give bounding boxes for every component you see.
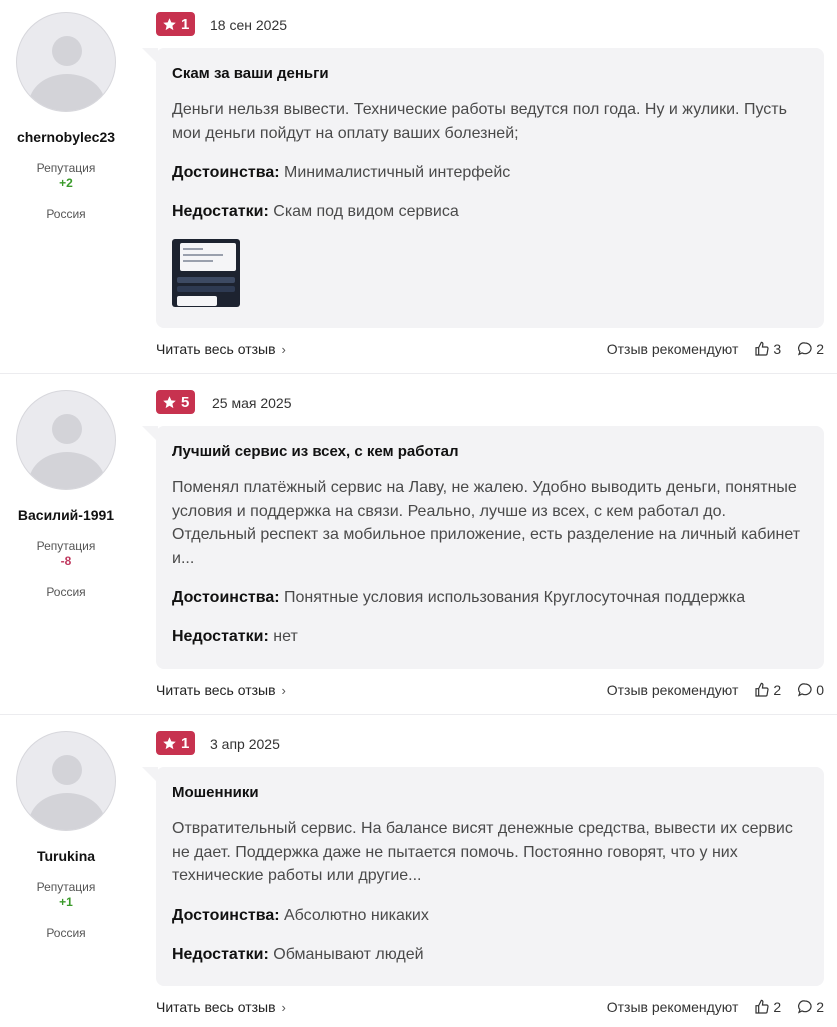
cons-text: нет xyxy=(273,628,298,645)
reputation-label: Репутация xyxy=(36,161,96,175)
review-title[interactable]: Скам за ваши деньги xyxy=(172,64,808,84)
review-date: 18 сен 2025 xyxy=(210,17,288,33)
comment-icon xyxy=(798,1000,812,1014)
review-text: Поменял платёжный сервис на Лаву, не жал… xyxy=(172,479,801,567)
comments-button[interactable]: 0 xyxy=(797,682,824,698)
review-cons: Недостатки: Обманывают людей xyxy=(172,943,808,966)
avatar[interactable] xyxy=(16,12,116,112)
pros-text: Понятные условия использования Круглосут… xyxy=(284,589,746,606)
rating-badge: 1 xyxy=(156,12,196,36)
star-icon xyxy=(163,736,176,749)
comment-icon xyxy=(798,683,812,697)
reputation-value: -8 xyxy=(60,554,72,568)
review-footer: Читать весь отзыв › Отзыв рекомендуют 3 … xyxy=(156,339,824,359)
cons-text: Скам под видом сервиса xyxy=(273,203,459,220)
comment-count: 0 xyxy=(816,682,824,698)
review-footer: Читать весь отзыв › Отзыв рекомендуют 2 … xyxy=(156,680,824,700)
rating-value: 1 xyxy=(181,734,190,752)
thumbs-up-icon xyxy=(755,341,770,356)
pros-label: Достоинства: xyxy=(172,589,280,606)
rating-badge: 1 xyxy=(156,731,196,755)
review-pros: Достоинства: Абсолютно никаких xyxy=(172,904,808,927)
comments-button[interactable]: 2 xyxy=(797,999,824,1015)
username[interactable]: chernobylec23 xyxy=(0,129,132,145)
rating-value: 5 xyxy=(181,393,190,411)
like-count: 2 xyxy=(773,682,782,698)
country: Россия xyxy=(46,926,86,940)
review-image-thumbnail[interactable] xyxy=(172,239,240,307)
cons-label: Недостатки: xyxy=(172,203,269,220)
recommend-label: Отзыв рекомендуют xyxy=(606,341,739,357)
reputation-label: Репутация xyxy=(36,539,96,553)
read-more-link[interactable]: Читать весь отзыв › xyxy=(156,341,286,357)
chevron-right-icon: › xyxy=(281,682,286,698)
review-pros: Достоинства: Минималистичный интерфейс xyxy=(172,161,808,184)
pros-label: Достоинства: xyxy=(172,906,280,924)
pros-text: Абсолютно никаких xyxy=(284,906,429,924)
review-card: Лучший сервис из всех, с кем работал Пом… xyxy=(142,426,824,669)
review-date: 25 мая 2025 xyxy=(212,395,292,411)
rating-value: 1 xyxy=(181,15,190,33)
country: Россия xyxy=(46,207,86,221)
avatar[interactable] xyxy=(16,390,116,490)
review-item: chernobylec23 Репутация +2 Россия 1 18 с… xyxy=(0,0,837,372)
recommend-label: Отзыв рекомендуют xyxy=(606,682,739,698)
review-cons: Недостатки: нет xyxy=(172,625,808,648)
read-more-label: Читать весь отзыв xyxy=(156,341,276,357)
country: Россия xyxy=(46,585,86,599)
comment-icon xyxy=(798,342,812,356)
read-more-label: Читать весь отзыв xyxy=(156,682,276,698)
like-button[interactable]: 2 xyxy=(754,682,781,698)
review-card: Скам за ваши деньги Деньги нельзя вывест… xyxy=(142,48,824,328)
review-item: Василий-1991 Репутация -8 Россия 5 25 ма… xyxy=(0,374,837,714)
review-card: Мошенники Отвратительный сервис. На бала… xyxy=(142,767,824,986)
like-button[interactable]: 3 xyxy=(754,341,781,357)
reputation-value: +1 xyxy=(59,895,73,909)
pros-label: Достоинства: xyxy=(172,164,280,181)
recommend-label: Отзыв рекомендуют xyxy=(606,999,739,1015)
username[interactable]: Turukina xyxy=(0,848,132,864)
read-more-label: Читать весь отзыв xyxy=(156,999,276,1015)
comments-button[interactable]: 2 xyxy=(797,341,824,357)
thumbs-up-icon xyxy=(755,682,770,697)
avatar[interactable] xyxy=(16,731,116,831)
reputation-label: Репутация xyxy=(36,880,96,894)
comment-count: 2 xyxy=(816,341,824,357)
pros-text: Минималистичный интерфейс xyxy=(284,164,511,181)
cons-text: Обманывают людей xyxy=(273,945,424,963)
username[interactable]: Василий-1991 xyxy=(0,507,132,523)
review-title[interactable]: Мошенники xyxy=(172,783,808,803)
thumbs-up-icon xyxy=(755,999,770,1014)
star-icon xyxy=(163,395,176,408)
chevron-right-icon: › xyxy=(281,999,286,1015)
review-pros: Достоинства: Понятные условия использова… xyxy=(172,586,808,609)
review-cons: Недостатки: Скам под видом сервиса xyxy=(172,200,808,223)
read-more-link[interactable]: Читать весь отзыв › xyxy=(156,682,286,698)
read-more-link[interactable]: Читать весь отзыв › xyxy=(156,999,286,1015)
like-button[interactable]: 2 xyxy=(754,999,781,1015)
like-count: 3 xyxy=(773,341,782,357)
reputation-value: +2 xyxy=(59,176,73,190)
review-item: Turukina Репутация +1 Россия 1 3 апр 202… xyxy=(0,715,837,1027)
comment-count: 2 xyxy=(816,999,824,1015)
review-date: 3 апр 2025 xyxy=(210,736,280,752)
review-footer: Читать весь отзыв › Отзыв рекомендуют 2 … xyxy=(156,997,824,1017)
chevron-right-icon: › xyxy=(281,341,286,357)
like-count: 2 xyxy=(773,999,782,1015)
cons-label: Недостатки: xyxy=(172,628,269,645)
review-text: Отвратительный сервис. На балансе висят … xyxy=(172,820,793,884)
rating-badge: 5 xyxy=(156,390,196,414)
star-icon xyxy=(163,17,176,30)
review-title[interactable]: Лучший сервис из всех, с кем работал xyxy=(172,442,808,462)
review-text: Деньги нельзя вывести. Технические работ… xyxy=(172,101,787,142)
cons-label: Недостатки: xyxy=(172,945,269,963)
